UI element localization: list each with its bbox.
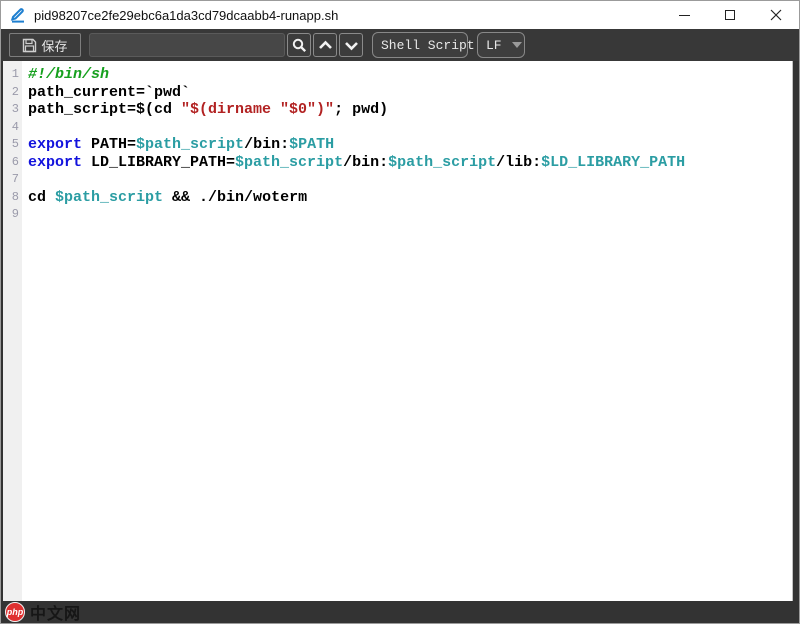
minimize-button[interactable] — [661, 1, 707, 29]
code-token-variable: $path_script — [55, 189, 163, 206]
syntax-dropdown[interactable]: Shell Script — [372, 32, 468, 58]
code-token-string: "$(dirname "$0")" — [181, 101, 334, 118]
code-token-plain: /lib: — [496, 154, 541, 171]
code-token-keyword: export — [28, 136, 82, 153]
code-line: path_script=$(cd "$(dirname "$0")"; pwd) — [28, 101, 792, 119]
search-button[interactable] — [287, 33, 311, 57]
line-number-gutter: 123456789 — [3, 61, 22, 601]
line-number: 1 — [3, 66, 22, 84]
code-token-plain: path_current=`pwd` — [28, 84, 190, 101]
code-token-plain: path_script=$(cd — [28, 101, 181, 118]
maximize-button[interactable] — [707, 1, 753, 29]
line-number: 2 — [3, 84, 22, 102]
code-line: path_current=`pwd` — [28, 84, 792, 102]
maximize-icon — [725, 10, 735, 20]
save-button[interactable]: 保存 — [9, 33, 81, 57]
code-line — [28, 206, 792, 224]
code-token-plain: /bin: — [244, 136, 289, 153]
code-token-variable: $PATH — [289, 136, 334, 153]
line-number: 5 — [3, 136, 22, 154]
code-token-plain: ; pwd) — [334, 101, 388, 118]
code-content[interactable]: #!/bin/shpath_current=`pwd`path_script=$… — [22, 61, 792, 601]
code-line: #!/bin/sh — [28, 66, 792, 84]
find-previous-button[interactable] — [313, 33, 337, 57]
code-token-keyword: export — [28, 154, 82, 171]
syntax-dropdown-value: Shell Script — [381, 38, 475, 53]
line-number: 7 — [3, 171, 22, 189]
code-line: export LD_LIBRARY_PATH=$path_script/bin:… — [28, 154, 792, 172]
line-ending-dropdown[interactable]: LF — [477, 32, 525, 58]
app-edit-icon — [9, 6, 27, 24]
app-window: pid98207ce2fe29ebc6a1da3cd79dcaabb4-runa… — [0, 0, 800, 624]
code-token-comment: #!/bin/sh — [28, 66, 109, 83]
search-icon — [292, 38, 307, 53]
code-line — [28, 119, 792, 137]
code-editor: 123456789 #!/bin/shpath_current=`pwd`pat… — [3, 61, 793, 601]
titlebar: pid98207ce2fe29ebc6a1da3cd79dcaabb4-runa… — [1, 1, 799, 29]
search-input[interactable] — [89, 33, 285, 57]
watermark-bar: php 中文网 — [1, 601, 799, 623]
editor-frame: 123456789 #!/bin/shpath_current=`pwd`pat… — [1, 61, 799, 601]
line-number: 4 — [3, 119, 22, 137]
code-token-plain: /bin: — [343, 154, 388, 171]
window-title: pid98207ce2fe29ebc6a1da3cd79dcaabb4-runa… — [34, 8, 338, 23]
line-number: 3 — [3, 101, 22, 119]
code-token-plain: cd — [28, 189, 55, 206]
code-line: export PATH=$path_script/bin:$PATH — [28, 136, 792, 154]
line-number: 6 — [3, 154, 22, 172]
code-token-variable: $path_script — [235, 154, 343, 171]
line-ending-dropdown-value: LF — [486, 38, 502, 53]
code-token-plain: && ./bin/woterm — [163, 189, 307, 206]
code-line — [28, 171, 792, 189]
code-token-variable: $path_script — [388, 154, 496, 171]
php-logo-icon: php — [5, 602, 25, 622]
chevron-down-icon — [344, 38, 359, 53]
toolbar: 保存 Shell Script LF — [1, 29, 799, 61]
line-number: 9 — [3, 206, 22, 224]
line-number: 8 — [3, 189, 22, 207]
minimize-icon — [679, 15, 690, 16]
chevron-up-icon — [318, 38, 333, 53]
floppy-save-icon — [22, 38, 37, 53]
code-token-variable: $LD_LIBRARY_PATH — [541, 154, 685, 171]
code-token-plain: LD_LIBRARY_PATH= — [82, 154, 235, 171]
code-token-plain: PATH= — [82, 136, 136, 153]
code-token-variable: $path_script — [136, 136, 244, 153]
dropdown-arrow-icon — [512, 42, 522, 48]
close-icon — [770, 9, 782, 21]
watermark-site-text: 中文网 — [30, 600, 81, 624]
close-button[interactable] — [753, 1, 799, 29]
code-line: cd $path_script && ./bin/woterm — [28, 189, 792, 207]
save-button-label: 保存 — [41, 36, 67, 55]
find-next-button[interactable] — [339, 33, 363, 57]
